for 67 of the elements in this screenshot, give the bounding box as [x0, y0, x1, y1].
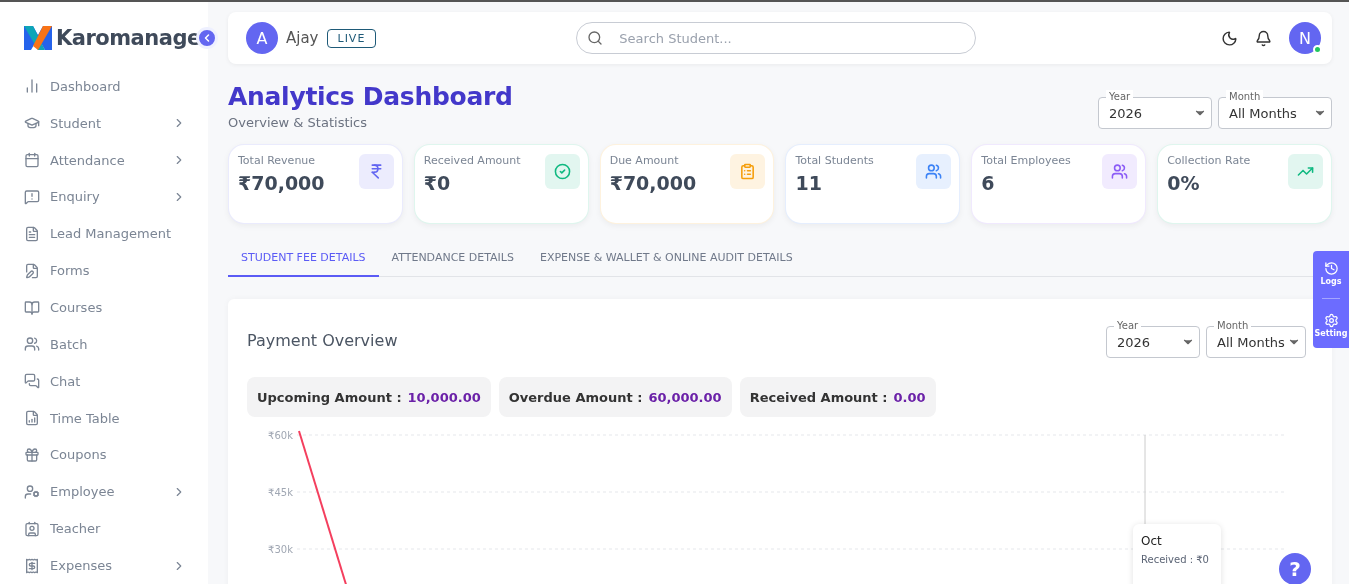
- nav-item[interactable]: Courses: [24, 289, 186, 326]
- nav-item[interactable]: Time Table: [24, 399, 186, 437]
- stat-value: ₹70,000: [609, 172, 697, 194]
- nav-item[interactable]: Dashboard: [24, 67, 186, 105]
- nav-item[interactable]: Chat: [24, 362, 186, 400]
- moon-icon[interactable]: [1221, 29, 1238, 47]
- nav-icon: [24, 373, 40, 390]
- nav-icon: [24, 520, 40, 537]
- tab[interactable]: EXPENSE & WALLET & ONLINE AUDIT DETAILS: [526, 242, 806, 277]
- amount-summary: Upcoming Amount : 10,000.00: [247, 377, 491, 417]
- stat-value: 11: [795, 172, 823, 194]
- stat-value: 0%: [1167, 172, 1201, 194]
- axis-label: ₹45k: [268, 487, 293, 498]
- nav-item[interactable]: Student: [24, 104, 186, 142]
- stat-value: ₹70,000: [238, 172, 325, 194]
- stat-value: 6: [981, 172, 996, 194]
- search-input[interactable]: Search Student...: [617, 29, 966, 47]
- side-button[interactable]: Logs: [1320, 259, 1342, 288]
- user-avatar: A: [246, 22, 278, 54]
- status-badge: LIVE: [326, 28, 377, 48]
- panel-title: Payment Overview: [247, 331, 398, 352]
- tab[interactable]: STUDENT FEE DETAILS: [228, 242, 379, 277]
- amount-summary: Received Amount : 0.00: [739, 377, 936, 417]
- stat-value: ₹0: [423, 172, 452, 194]
- nav-icon: [24, 225, 40, 242]
- stat-label: Total Students: [795, 154, 874, 167]
- nav-item[interactable]: Attendance: [24, 141, 186, 179]
- tooltip-title: Oct: [1141, 534, 1163, 548]
- page-subtitle: Overview & Statistics: [228, 115, 369, 130]
- nav-icon: [24, 410, 40, 427]
- stat-label: Due Amount: [609, 154, 680, 167]
- nav-item[interactable]: Employee: [24, 473, 186, 511]
- nav-item[interactable]: Lead Management: [24, 215, 186, 253]
- nav-icon: [24, 188, 40, 205]
- search-icon: [587, 30, 604, 46]
- side-button[interactable]: Setting: [1314, 311, 1348, 340]
- nav-icon: [24, 336, 40, 353]
- nav-icon: [24, 483, 40, 500]
- user-name: Ajay: [286, 29, 319, 47]
- stat-label: Received Amount: [423, 154, 521, 167]
- nav-icon: [24, 447, 40, 463]
- nav-icon: [24, 557, 40, 574]
- nav-item[interactable]: Enquiry: [24, 178, 186, 216]
- stat-label: Total Employees: [981, 154, 1071, 167]
- gear-icon: [1323, 313, 1339, 328]
- nav-icon: [24, 152, 40, 169]
- nav-item[interactable]: Forms: [24, 252, 186, 290]
- stat-label: Total Revenue: [238, 154, 317, 167]
- stat-label: Collection Rate: [1167, 154, 1251, 167]
- tab[interactable]: ATTENDANCE DETAILS: [378, 242, 527, 277]
- profile-avatar[interactable]: N: [1289, 22, 1321, 54]
- tooltip-line: Received : ₹0: [1141, 554, 1210, 565]
- logo-icon: [24, 26, 52, 50]
- axis-label: ₹60k: [268, 430, 293, 441]
- brand-name: Karomanage: [56, 26, 201, 50]
- nav-item[interactable]: Expenses: [24, 547, 186, 584]
- amount-summary: Overdue Amount : 60,000.00: [498, 377, 732, 417]
- axis-label: ₹30k: [268, 544, 293, 555]
- nav-icon: [24, 78, 40, 95]
- page-title: Analytics Dashboard: [228, 82, 513, 111]
- nav-icon: [24, 262, 40, 279]
- nav-item[interactable]: Teacher: [24, 510, 186, 548]
- nav-icon: [24, 299, 40, 316]
- bell-icon[interactable]: [1255, 29, 1272, 47]
- history-icon: [1323, 261, 1339, 276]
- nav-item[interactable]: Coupons: [24, 436, 186, 474]
- nav-item[interactable]: Batch: [24, 326, 186, 363]
